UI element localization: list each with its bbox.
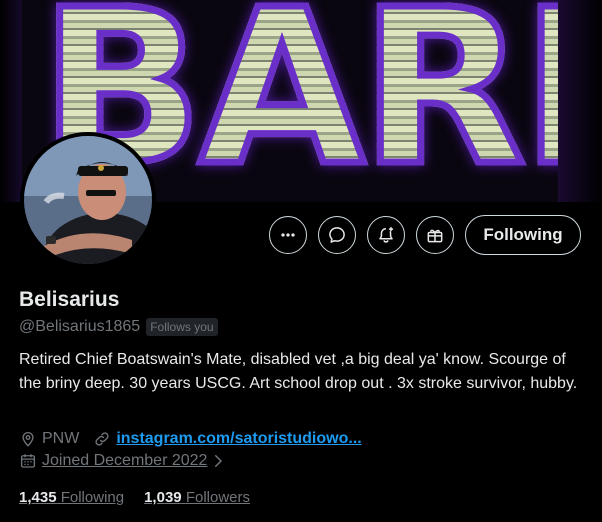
handle-row: @Belisarius1865 Follows you: [19, 318, 218, 336]
followers-stat[interactable]: 1,039 Followers: [144, 489, 250, 506]
message-bubble-icon: [329, 227, 345, 243]
website-link[interactable]: instagram.com/satoristudiowo...: [116, 430, 361, 448]
gift-icon: [427, 229, 443, 243]
following-stat[interactable]: 1,435 Following: [19, 489, 124, 506]
calendar-icon: [20, 454, 36, 468]
meta-row-location-website: PNW instagram.com/satoristudiowo...: [19, 430, 362, 448]
joined-date[interactable]: Joined December 2022: [42, 452, 207, 470]
bio: Retired Chief Boatswain's Mate, disabled…: [19, 351, 578, 392]
follows-you-badge: Follows you: [146, 318, 218, 336]
notifications-button[interactable]: [367, 216, 405, 254]
chevron-right-icon[interactable]: [209, 452, 227, 470]
location-pin-icon: [22, 432, 34, 447]
following-stat-label: Following: [60, 489, 125, 506]
user-handle: @Belisarius1865: [19, 318, 141, 335]
display-name: Belisarius: [19, 288, 120, 311]
banner-edge-left: [0, 0, 22, 202]
avatar-photo: [24, 136, 152, 264]
subscribe-button[interactable]: [416, 216, 454, 254]
banner-edge-right: [558, 0, 602, 202]
followers-count: 1,039: [144, 489, 182, 506]
followers-stat-label: Followers: [185, 489, 250, 506]
message-button[interactable]: [318, 216, 356, 254]
more-button[interactable]: [269, 216, 307, 254]
location-text: PNW: [42, 430, 80, 447]
bell-plus-icon: [379, 227, 394, 243]
avatar[interactable]: [20, 132, 156, 268]
following-button[interactable]: Following: [465, 215, 581, 255]
more-horizontal-icon: [281, 233, 295, 237]
follow-stats: 1,435 Following 1,039 Followers: [19, 489, 250, 506]
meta-row-joined[interactable]: Joined December 2022: [19, 452, 232, 470]
following-count: 1,435: [19, 489, 57, 506]
link-icon: [95, 432, 109, 446]
